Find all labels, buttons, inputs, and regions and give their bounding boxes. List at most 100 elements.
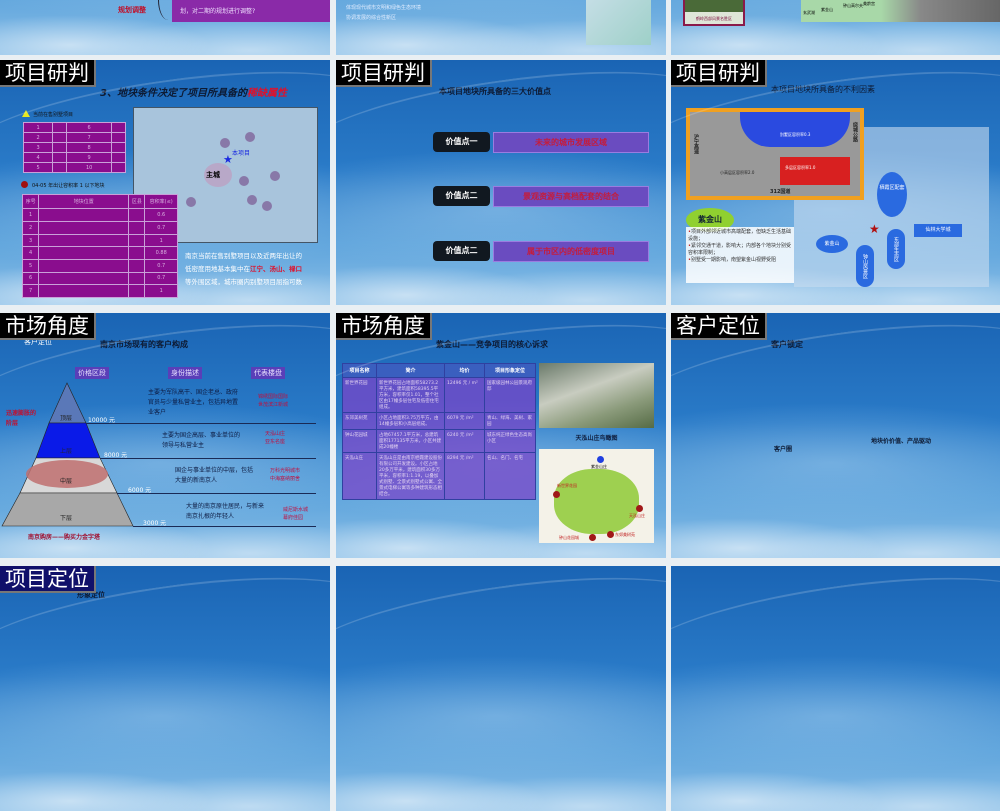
bullet-text: 紧邻交通干道，影响大；内部各个地块分别受容积率限制； [688, 243, 791, 256]
slide-thumbnail[interactable]: 市场角度 紫金山——竞争项目的核心诉求 项目名称 简介 均价 项目形象定位 新世界花园… [336, 313, 666, 558]
map-marker [607, 531, 614, 538]
side-note: 迅速膨胀的阶层 [6, 410, 37, 427]
slide-thumbnail[interactable]: 客户定位 市场角度 南京市场现有的客户构成 价格区段 身份描述 代表楼盘 顶层 … [0, 313, 330, 558]
map-marker: •项目外部邻近城市高端配套，但缺乏生活基础设施； [688, 229, 792, 243]
table-cell: 5 [21, 259, 40, 273]
value-point-text: 未来的城市发展区域 [493, 132, 649, 153]
map-marker [38, 259, 130, 273]
map-marker [220, 138, 230, 148]
layer-description: 国企与事业单位的中层，包括大量的新南京人 [175, 467, 254, 484]
table-row: 新世界花园 新世界花园占地面积58273.2平方米，建筑面积58395.5平方米，… [342, 377, 536, 413]
value-point-label: 价值点二 [433, 186, 490, 206]
map-label: 天泓山庄 [629, 513, 645, 518]
map-marker [38, 233, 130, 248]
map-marker [52, 122, 68, 133]
representative-projects: 锦绣国际国际 世茂滨江新城 [258, 394, 289, 408]
map-label: 主城 [206, 171, 220, 179]
slide-thumbnail[interactable] [671, 566, 1000, 811]
slide-thumbnail[interactable]: 规划调整 划，对二期的规划进行调整? [0, 0, 330, 55]
map-marker: 16 [22, 122, 127, 133]
table-row: 天泓山庄 天泓山庄是由南京栖霞建设股份有限公司开发建设。小区占地20多万平米，建筑… [342, 452, 536, 500]
slide-subtitle: 紫金山——竞争项目的核心诉求 [436, 340, 548, 349]
slide-thumbnail[interactable]: 鹤岭西部风景名胜区 玄武湖 紫金山 钟山高尔夫 美龄宫 [671, 0, 1000, 55]
photo-caption: 天泓山庄鸟瞰图 [575, 435, 618, 442]
slide-thumbnail[interactable]: 项目研判 本项目地块所具备的三大价值点 价值点一 未来的城市发展区域 价值点二 … [336, 60, 666, 305]
price-label: 10000 元 [88, 417, 115, 424]
caption: 鹤岭西部风景名胜区 [696, 16, 732, 21]
competitor-table: 项目名称 简介 均价 项目形象定位 新世界花园 新世界花园占地面积58273.2平方米，… [342, 363, 536, 500]
note-text: 等外围区域，城市圈内别墅项目屈指可数 [185, 278, 302, 286]
map-marker: 低密度用地基本集中在江宁、汤山、禄口 [185, 263, 327, 276]
slide-thumbnail[interactable]: 项目研判 3、地块条件决定了项目所具备的稀缺属性 当前在售别墅项目 主城 ★ 本… [0, 60, 330, 305]
map-label: 新世界花园 [557, 483, 577, 488]
slide-thumbnail[interactable]: 体现现代城市文明和绿色生态环境 协调发展的综合性新区 [336, 0, 666, 55]
note-highlight: 江宁、汤山、禄口 [250, 265, 302, 273]
map-marker [52, 142, 68, 153]
value-point-label: 价值点二 [433, 241, 490, 261]
layer-label: 中层 [60, 478, 73, 485]
section-title: 客户定位 [671, 313, 767, 340]
plan-label: 沪宁高速 [693, 134, 699, 154]
bullet-box: •项目外部邻近城市高端配套，但缺乏生活基础设施； •紧邻交通干道，影响大；内部各… [686, 227, 794, 283]
table-cell: 2 [22, 132, 54, 143]
map-label: 紫金山 [821, 7, 833, 12]
map-marker: 2 0.7 [21, 221, 178, 235]
map-marker: 南京当前在售别墅项目以及近两年出让的 低密度用地基本集中在江宁、汤山、禄口 等外… [185, 250, 327, 289]
map-marker [589, 534, 596, 541]
legend-label: 当前在售别墅项目 [33, 112, 74, 118]
map-label: 栖霞区配套 [877, 172, 907, 217]
map-marker [128, 233, 146, 248]
map-label: 玄武湖 [803, 10, 815, 15]
representative-projects: 天泓山庄 亚东名座 [265, 431, 286, 445]
slide-thumbnail[interactable]: 客户定位 客户锁定 客户圈 地块价价值、产品驱动 [671, 313, 1000, 558]
layer-label: 顶层 [60, 415, 73, 422]
site-plan: 别墅区容积率0.3 多层区容积率1.0 小高层区容积率2.0 312国道 沪宁高… [686, 108, 864, 200]
purple-box: 划，对二期的规划进行调整? [172, 0, 330, 22]
bullet-text: 项目外部邻近城市高端配套，但缺乏生活基础设施； [688, 229, 791, 242]
section-title: 项目研判 [0, 60, 96, 87]
slide-thumbnail[interactable]: 项目定位 形象定位 [0, 566, 330, 811]
layer-description: 主要为军队高干、国企老总、政府官员与少量私营业主，包括异地置业客户 [148, 389, 239, 416]
slide-thumbnail[interactable] [336, 566, 666, 811]
map-label: 紫金山 [816, 235, 848, 253]
map-marker [636, 505, 643, 512]
map-marker [52, 132, 68, 143]
map-marker [128, 221, 146, 235]
slide-thumbnail[interactable]: 项目研判 本项目地块所具备的不利因素 栖霞区配套 仙林大学城 紫金山 东部生态区… [671, 60, 1000, 305]
table-cell: 4 [22, 152, 54, 163]
map-label: 本项目 [232, 150, 251, 157]
table-cell: 国家级园林公园景观府邸 [484, 377, 536, 413]
land-plots-table: 序号 地块位置 区县 容积率(≤) 1 0.6 2 0.7 31 4 0.88 5 0.7 6… [21, 193, 178, 298]
circle-label: 客户圈 [774, 446, 793, 453]
map-marker [128, 284, 146, 298]
map-marker: 项目名称 简介 均价 项目形象定位 新世界花园 新世界花园占地面积58273.2平方米，… [342, 363, 536, 500]
plan-label: 别墅区容积率0.3 [740, 112, 850, 147]
table-cell: 城东纯正绿色生态高尚小区 [484, 429, 536, 453]
table-cell: 0.6 [144, 208, 178, 223]
table-cell: 项目名称 [342, 363, 377, 378]
price-label: 6000 元 [128, 487, 152, 494]
table-cell: 4 [21, 246, 40, 261]
text-line: 协调发展的综合性新区 [346, 15, 397, 21]
map-marker [186, 197, 196, 207]
table-cell: 7 [66, 132, 112, 143]
section-title: 项目研判 [671, 60, 767, 87]
map-image [586, 0, 651, 45]
map-label: 仙林大学城 [914, 224, 962, 237]
plan-label: 绕城公路 [852, 122, 858, 142]
table-row: 钟山花园城 占地67457.1平方米，总建筑面积177135平方米，小区共建成20… [342, 429, 536, 453]
value-point-text: 景观资源与高档配套的结合 [493, 186, 649, 207]
map-marker: 序号 地块位置 区县 容积率(≤) [21, 193, 178, 210]
map-label: 钟山花园城 [559, 535, 579, 540]
map-marker [128, 271, 146, 286]
map-label: 钟山风景区 [856, 245, 874, 287]
map-marker [38, 246, 130, 261]
table-cell: 0.88 [144, 246, 178, 261]
map-marker [270, 171, 280, 181]
map-marker [247, 195, 257, 205]
map-marker [128, 259, 146, 273]
layer-label: 上层 [60, 448, 73, 455]
table-cell: 小区占地面积3.75万平方，由14幢多层和小高层组成。 [376, 412, 445, 430]
table-cell: 名山、名门、名宅 [484, 452, 536, 500]
location-map: 紫金山庄 新世界花园 天泓山庄 东郊美树苑 钟山花园城 [539, 449, 654, 543]
